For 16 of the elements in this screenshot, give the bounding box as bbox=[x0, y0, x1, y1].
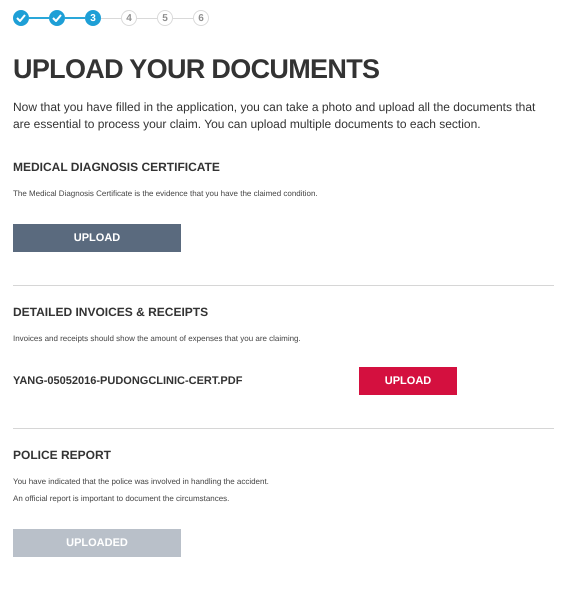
step-number: 6 bbox=[193, 10, 209, 26]
file-name: YANG-05052016-PUDONGCLINIC-CERT.PDF bbox=[13, 374, 244, 389]
step-number: 3 bbox=[85, 10, 101, 26]
section-heading: POLICE REPORT bbox=[13, 447, 112, 463]
section-description: The Medical Diagnosis Certificate is the evidence that you have the claimed condition. bbox=[13, 188, 318, 200]
upload-button[interactable]: UPLOAD bbox=[359, 367, 457, 395]
section-heading: DETAILED INVOICES & RECEIPTS bbox=[13, 304, 208, 320]
step-number: 5 bbox=[157, 10, 173, 26]
page-title: UPLOAD YOUR DOCUMENTS bbox=[13, 53, 380, 85]
step-number: 4 bbox=[121, 10, 137, 26]
intro-text: Now that you have filled in the application, you can take a photo and upload all the documents that are essential to process your claim. You can upload multiple documents to each section. bbox=[13, 99, 536, 133]
section-description: Invoices and receipts should show the amount of expenses that you are claiming. bbox=[13, 333, 301, 345]
section-description: An official report is important to document the circumstances. bbox=[13, 493, 230, 505]
upload-button[interactable]: UPLOAD bbox=[13, 224, 181, 252]
section-heading: MEDICAL DIAGNOSIS CERTIFICATE bbox=[13, 159, 220, 175]
section-description: You have indicated that the police was involved in handling the accident. bbox=[13, 476, 269, 488]
